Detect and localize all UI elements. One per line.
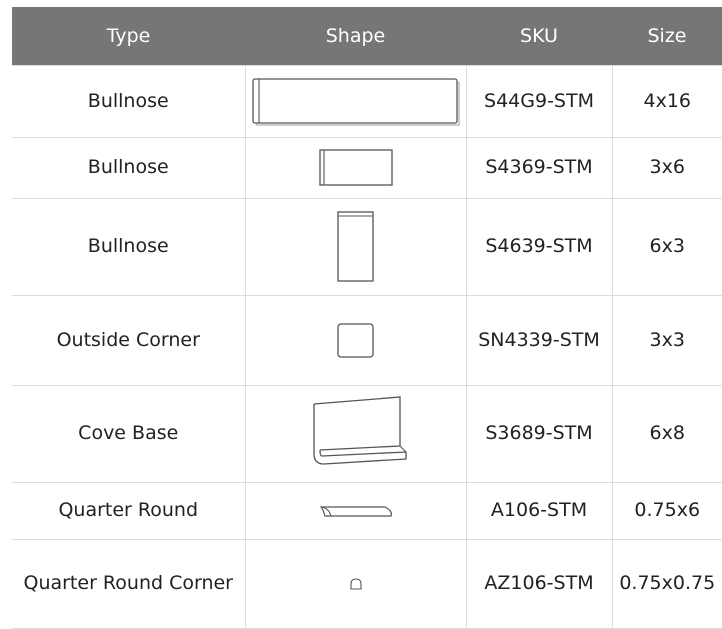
sku-cell: S44G9-STM	[465, 65, 613, 138]
type-cell: Cove Base	[12, 385, 246, 483]
quarter-round-corner-shape-icon	[349, 578, 362, 590]
sku-cell: AZ106-STM	[465, 539, 613, 629]
size-cell: 4x16	[611, 65, 722, 138]
sku-cell: S3689-STM	[465, 385, 613, 483]
table-row: Bullnose S44G9-STM 4x16	[12, 65, 722, 138]
type-cell: Quarter Round Corner	[12, 539, 246, 629]
table-row: Cove Base S3689-STM 6x8	[12, 385, 722, 483]
table-row: Outside Corner SN4339-STM 3x3	[12, 295, 722, 386]
size-cell: 6x3	[611, 198, 722, 296]
size-cell: 0.75x0.75	[611, 539, 722, 629]
type-cell: Bullnose	[12, 137, 246, 199]
sku-cell: A106-STM	[465, 482, 613, 540]
shape-cell	[244, 198, 467, 296]
header-sku: SKU	[466, 7, 612, 66]
header-shape: Shape	[245, 7, 466, 66]
shape-cell	[244, 482, 467, 540]
shape-cell	[244, 539, 467, 629]
size-cell: 3x3	[611, 295, 722, 386]
trim-table: Type Shape SKU Size Bullnose S44G9-STM 4…	[12, 7, 722, 629]
table-row: Quarter Round A106-STM 0.75x6	[12, 482, 722, 540]
table-row: Quarter Round Corner AZ106-STM 0.75x0.75	[12, 539, 722, 629]
quarter-round-shape-icon	[319, 506, 392, 517]
cove-base-shape-icon	[312, 396, 407, 465]
table-header: Type Shape SKU Size	[12, 7, 722, 66]
sku-cell: S4369-STM	[465, 137, 613, 199]
type-cell: Bullnose	[12, 198, 246, 296]
sku-cell: S4639-STM	[465, 198, 613, 296]
shape-cell	[244, 65, 467, 138]
bullnose-6x3-shape-icon	[336, 211, 374, 282]
bullnose-3x6-shape-icon	[318, 149, 393, 186]
size-cell: 0.75x6	[611, 482, 722, 540]
table-body: Bullnose S44G9-STM 4x16 Bullnose S4369-S…	[12, 65, 722, 629]
sku-cell: SN4339-STM	[465, 295, 613, 386]
table-row: Bullnose S4639-STM 6x3	[12, 198, 722, 296]
header-row: Type Shape SKU Size	[12, 7, 722, 66]
type-cell: Bullnose	[12, 65, 246, 138]
shape-cell	[244, 385, 467, 483]
header-type: Type	[12, 7, 245, 66]
type-cell: Outside Corner	[12, 295, 246, 386]
size-cell: 6x8	[611, 385, 722, 483]
table-row: Bullnose S4369-STM 3x6	[12, 137, 722, 199]
shape-cell	[244, 137, 467, 199]
header-size: Size	[612, 7, 722, 66]
size-cell: 3x6	[611, 137, 722, 199]
bullnose-4x16-shape-icon	[251, 77, 459, 125]
type-cell: Quarter Round	[12, 482, 246, 540]
shape-cell	[244, 295, 467, 386]
outside-corner-shape-icon	[336, 322, 374, 358]
